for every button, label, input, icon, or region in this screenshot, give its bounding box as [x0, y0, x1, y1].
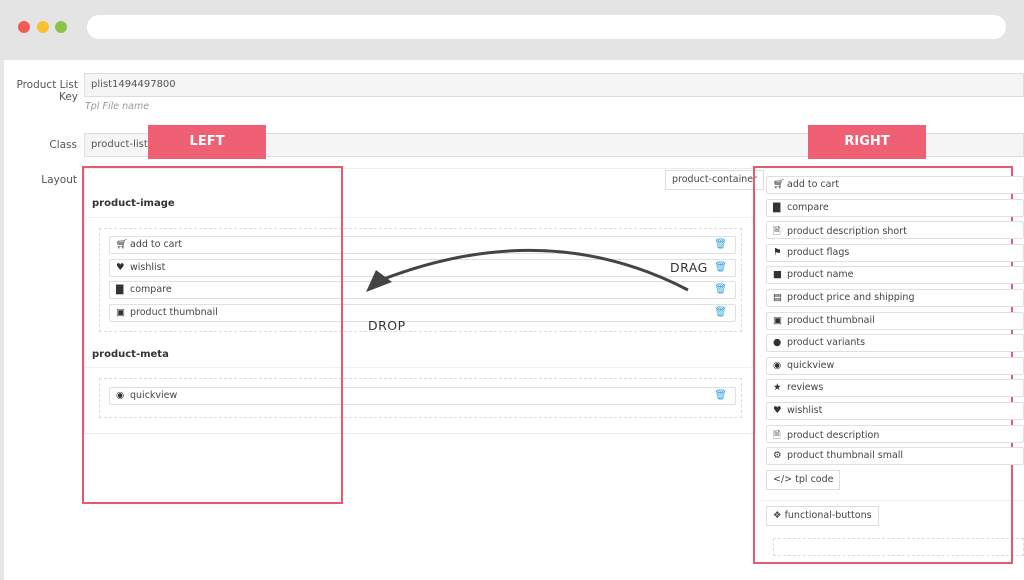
- right-item-product-thumbnail[interactable]: ▣ product thumbnail: [766, 311, 1024, 330]
- document-icon: 🗎︎: [773, 226, 781, 238]
- right-item-product-flags[interactable]: ⚑ product flags: [766, 243, 1024, 262]
- right-item-product-thumbnail-small[interactable]: ⚙ product thumbnail small: [766, 447, 1024, 466]
- minimize-window-dot[interactable]: [37, 21, 49, 33]
- browser-chrome: [0, 0, 1024, 60]
- gear-icon: ⚙: [773, 450, 782, 462]
- image-icon: ▣: [773, 314, 782, 326]
- right-item-product-price-and-shipping[interactable]: ▤ product price and shipping: [766, 289, 1024, 307]
- drop-annotation: DROP: [368, 318, 406, 333]
- eye-icon: ◉: [773, 359, 782, 371]
- file-icon: ■: [773, 269, 782, 281]
- right-item-wishlist[interactable]: ♥ wishlist: [766, 402, 1024, 420]
- maximize-window-dot[interactable]: [55, 21, 67, 33]
- right-item-compare[interactable]: ▇ compare: [766, 198, 1024, 217]
- bar-chart-icon: ▇: [773, 201, 781, 213]
- right-item-product-variants[interactable]: ● product variants: [766, 334, 1024, 353]
- page-content: Product List Key plist1494497800 Tpl Fil…: [4, 60, 1024, 580]
- right-item-product-name[interactable]: ■ product name: [766, 266, 1024, 285]
- cart-icon: 🛒︎: [773, 179, 786, 190]
- document-icon: 🗎︎: [773, 429, 781, 441]
- money-icon: ▤: [773, 292, 782, 303]
- close-window-dot[interactable]: [18, 21, 30, 33]
- right-item-quickview[interactable]: ◉ quickview: [766, 356, 1024, 375]
- star-icon: ★: [773, 382, 782, 394]
- drag-annotation: DRAG: [670, 260, 708, 275]
- right-item-product-description-short[interactable]: 🗎︎ product description short: [766, 221, 1024, 240]
- right-item-product-description[interactable]: 🗎︎ product description: [766, 424, 1024, 443]
- right-item-reviews[interactable]: ★ reviews: [766, 379, 1024, 398]
- circle-icon: ●: [773, 337, 782, 349]
- flag-icon: ⚑: [773, 246, 782, 258]
- heart-icon: ♥: [773, 405, 782, 416]
- address-bar[interactable]: [87, 15, 1006, 39]
- right-item-add-to-cart[interactable]: 🛒︎ add to cart: [766, 176, 1024, 194]
